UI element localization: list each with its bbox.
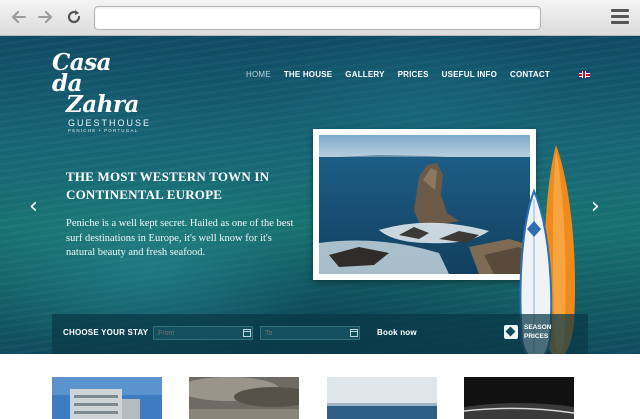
reload-icon[interactable] bbox=[63, 6, 85, 28]
to-date-input[interactable] bbox=[260, 326, 360, 340]
hamburger-menu-icon[interactable] bbox=[611, 9, 629, 25]
hero-section: Casa da Zahra GUESTHOUSE PENICHE • PORTU… bbox=[0, 36, 640, 354]
booking-label: CHOOSE YOUR STAY bbox=[63, 328, 149, 337]
hero-intro-text: Peniche is a well kept secret. Hailed as… bbox=[66, 218, 294, 258]
uk-flag-icon[interactable] bbox=[578, 71, 590, 78]
back-arrow-icon[interactable] bbox=[7, 6, 29, 28]
logo-line-2: Zahra bbox=[66, 91, 139, 118]
slider-prev-arrow[interactable]: ‹ bbox=[29, 196, 38, 218]
site-logo[interactable]: Casa da Zahra GUESTHOUSE PENICHE • PORTU… bbox=[52, 49, 152, 133]
nav-gallery[interactable]: GALLERY bbox=[345, 70, 384, 79]
nav-prices[interactable]: PRICES bbox=[398, 70, 429, 79]
logo-location: PENICHE • PORTUGAL bbox=[68, 128, 139, 133]
from-date-input[interactable] bbox=[153, 326, 253, 340]
nav-useful-info[interactable]: USEFUL INFO bbox=[442, 70, 497, 79]
forward-arrow-icon[interactable] bbox=[35, 6, 57, 28]
calendar-icon[interactable] bbox=[243, 329, 251, 337]
nav-home[interactable]: HOME bbox=[246, 70, 271, 79]
hero-headline: THE MOST WESTERN TOWN IN CONTINENTAL EUR… bbox=[66, 168, 286, 204]
logo-line-1: Casa da bbox=[52, 49, 112, 97]
book-now-button[interactable]: Book now bbox=[377, 328, 417, 337]
browser-toolbar bbox=[0, 0, 640, 36]
nav-contact[interactable]: CONTACT bbox=[510, 70, 550, 79]
price-tag-icon bbox=[504, 325, 518, 339]
address-bar[interactable] bbox=[94, 6, 541, 30]
headline-line-1: THE MOST WESTERN TOWN IN bbox=[66, 169, 270, 184]
slider-next-arrow[interactable]: › bbox=[591, 196, 600, 218]
calendar-icon[interactable] bbox=[350, 329, 358, 337]
season-label-line-1: SEASON bbox=[524, 324, 552, 331]
logo-subtitle: GUESTHOUSE bbox=[68, 118, 152, 128]
gallery-thumb-beach[interactable] bbox=[464, 377, 574, 419]
headline-line-2: CONTINENTAL EUROPE bbox=[66, 187, 223, 202]
gallery-thumb-storm[interactable] bbox=[189, 377, 299, 419]
nav-the-house[interactable]: THE HOUSE bbox=[284, 70, 332, 79]
main-navigation: HOME THE HOUSE GALLERY PRICES USEFUL INF… bbox=[246, 70, 590, 79]
booking-bar: CHOOSE YOUR STAY Book now SEASON PRICES bbox=[52, 314, 588, 354]
gallery-thumb-house[interactable] bbox=[52, 377, 162, 419]
gallery-thumb-sea[interactable] bbox=[327, 377, 437, 419]
season-prices-button[interactable]: SEASON PRICES bbox=[504, 323, 551, 341]
season-label-line-2: PRICES bbox=[524, 333, 549, 340]
